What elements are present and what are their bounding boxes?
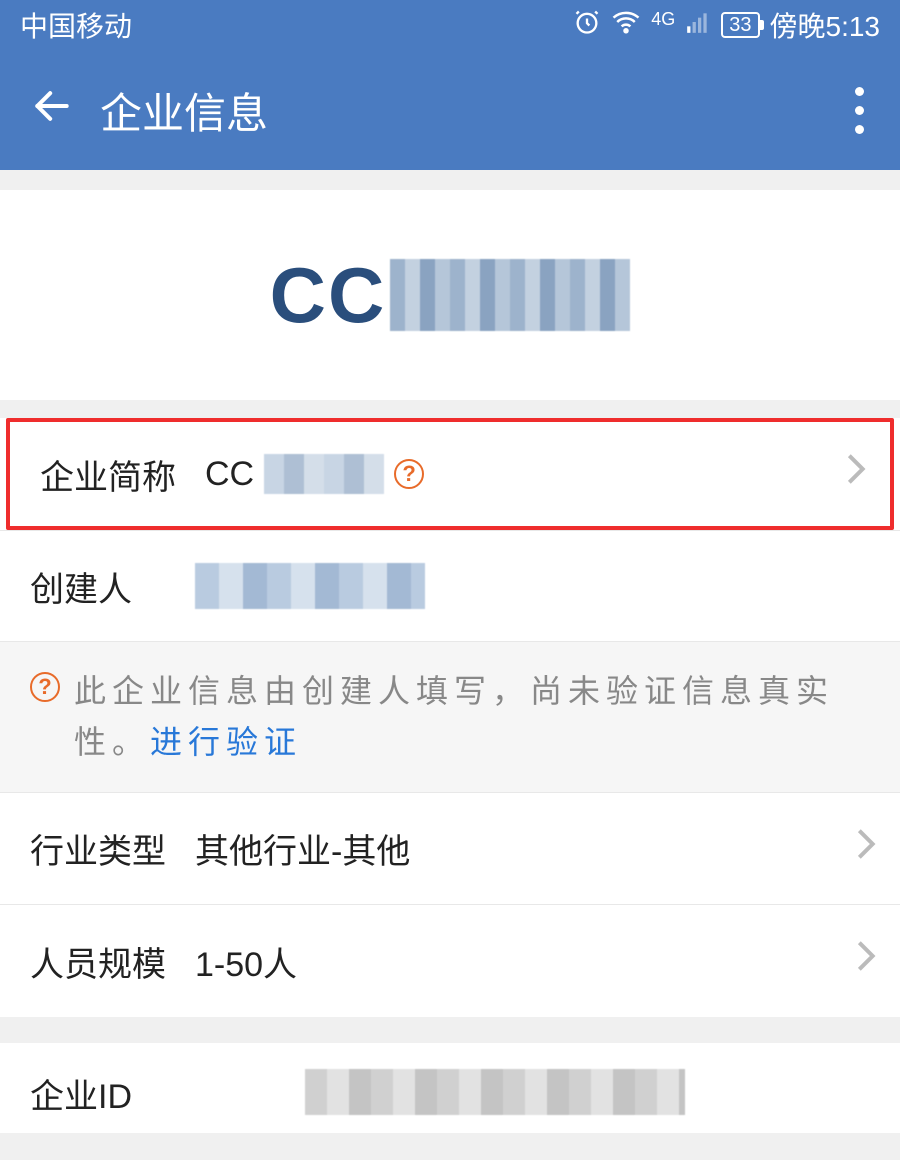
spacer [0,170,900,190]
company-id-value [195,1069,870,1115]
status-right: 4G 33 傍晚5:13 [573,5,880,45]
row-creator: 创建人 [0,530,900,642]
row-shortname[interactable]: 企业简称 CC ? [10,422,890,526]
spacer [0,1017,900,1043]
app-header: 企业信息 [0,50,900,170]
scale-label: 人员规模 [30,937,195,986]
company-id-label: 企业ID [30,1069,195,1118]
industry-value: 其他行业-其他 [195,824,870,873]
chevron-right-icon [856,939,876,983]
verification-notice: ? 此企业信息由创建人填写，尚未验证信息真实性。进行验证 [0,642,900,793]
carrier-label: 中国移动 [20,5,132,45]
back-button[interactable] [30,84,80,136]
alarm-icon [573,8,601,43]
shortname-redacted [264,454,384,494]
wifi-icon [611,7,641,44]
scale-value: 1-50人 [195,937,870,986]
chevron-right-icon [846,452,866,496]
time-label: 傍晚5:13 [770,5,881,45]
logo-prefix: CC [270,250,387,341]
help-icon: ? [30,672,60,702]
status-bar: 中国移动 4G 33 傍晚5:13 [0,0,900,50]
company-id-redacted [305,1069,685,1115]
chevron-right-icon [856,827,876,871]
more-menu-button[interactable] [855,87,864,134]
creator-value [195,563,870,609]
spacer [0,400,900,420]
shortname-text: CC [205,455,254,494]
company-logo-card: CC [0,190,900,400]
info-section-2: 企业ID [0,1043,900,1133]
help-icon[interactable]: ? [394,459,424,489]
row-industry[interactable]: 行业类型 其他行业-其他 [0,793,900,905]
verify-link[interactable]: 进行验证 [150,724,302,760]
battery-indicator: 33 [721,12,759,38]
shortname-value: CC ? [205,454,860,494]
creator-redacted [195,563,425,609]
network-label: 4G [651,9,675,30]
info-section-1: 企业简称 CC ? 创建人 ? 此企业信息由创建人填写，尚未验证信息真实性。进行… [0,418,900,1017]
row-scale[interactable]: 人员规模 1-50人 [0,905,900,1017]
industry-label: 行业类型 [30,824,195,873]
company-logo-text: CC [270,250,631,341]
logo-redacted [390,259,630,331]
highlight-annotation: 企业简称 CC ? [6,418,894,530]
signal-icon [685,9,711,42]
shortname-label: 企业简称 [40,450,205,499]
row-company-id: 企业ID [0,1043,900,1133]
creator-label: 创建人 [30,562,195,611]
page-title: 企业信息 [100,80,268,141]
